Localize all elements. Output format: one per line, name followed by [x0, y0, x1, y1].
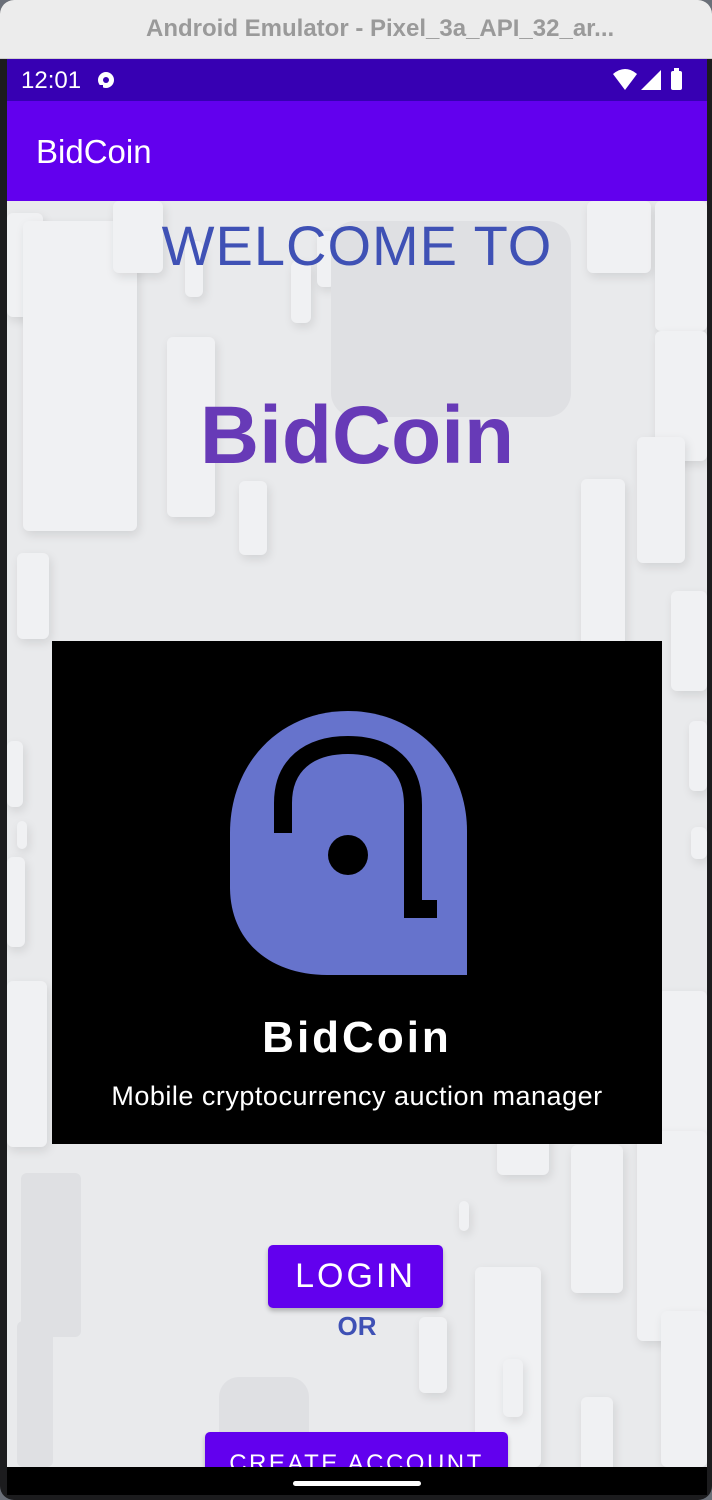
background-tile [239, 481, 267, 555]
app-bar-title: BidCoin [36, 133, 152, 170]
app-name-heading: BidCoin [199, 390, 515, 481]
logo-banner: BidCoin Mobile cryptocurrency auction ma… [52, 641, 662, 1144]
logo-tagline: Mobile cryptocurrency auction manager [111, 1081, 603, 1111]
device-screen: 12:01 BidCoin WELCOME TO BidCoin BidCoin… [7, 59, 707, 1495]
logo-name: BidCoin [262, 1013, 452, 1062]
welcome-heading: WELCOME TO [161, 214, 553, 277]
status-right-icons [613, 68, 682, 90]
status-time: 12:01 [21, 67, 82, 94]
navigation-bar [7, 1467, 707, 1495]
cellular-signal-icon [641, 70, 661, 90]
background-tile [17, 1321, 53, 1467]
login-button[interactable]: LOGIN [268, 1245, 443, 1308]
emulator-window: Android Emulator - Pixel_3a_API_32_ar...… [0, 0, 712, 1500]
wifi-icon [613, 69, 637, 90]
background-tile [689, 721, 707, 791]
background-tile [7, 981, 47, 1147]
battery-icon [671, 71, 682, 90]
background-tile [581, 1397, 613, 1467]
background-tile [691, 827, 707, 859]
background-tile [459, 1201, 469, 1231]
status-bar: 12:01 [7, 59, 707, 101]
background-tile [503, 1359, 523, 1417]
home-gesture-handle[interactable] [293, 1481, 421, 1486]
bidcoin-logo-icon [230, 711, 467, 975]
app-bar: BidCoin [7, 101, 707, 201]
or-separator: OR [337, 1311, 377, 1341]
welcome-screen: WELCOME TO BidCoin BidCoin Mobile crypto… [7, 201, 707, 1467]
background-tile [637, 1131, 707, 1341]
window-title: Android Emulator - Pixel_3a_API_32_ar... [146, 15, 615, 42]
background-tile [671, 591, 707, 691]
window-titlebar[interactable]: Android Emulator - Pixel_3a_API_32_ar... [0, 0, 712, 59]
background-tile [17, 821, 27, 849]
background-tile [571, 1145, 623, 1293]
background-tile [7, 741, 23, 807]
background-tile [17, 553, 49, 639]
background-tile [7, 857, 25, 947]
create-account-button[interactable]: CREATE ACCOUNT [205, 1432, 508, 1467]
notification-icon [98, 72, 114, 89]
